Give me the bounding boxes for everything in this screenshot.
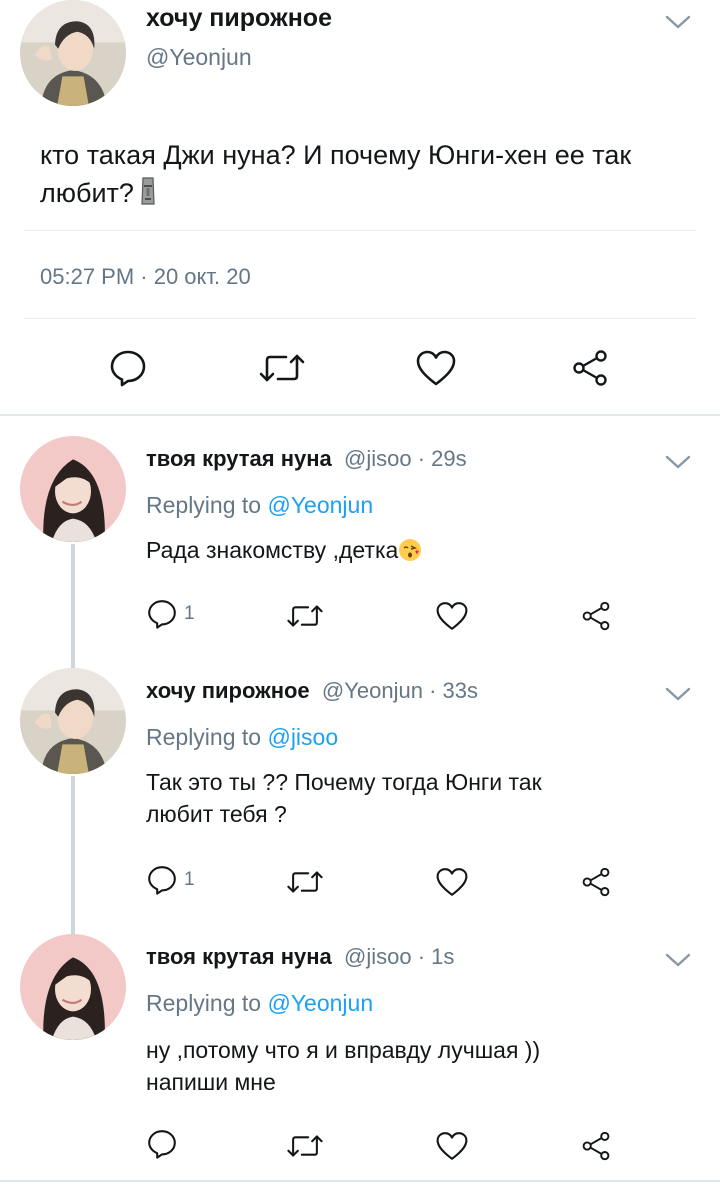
chevron-down-icon[interactable] xyxy=(664,950,692,970)
moai-icon xyxy=(140,176,156,206)
replying-to-label: Replying to xyxy=(146,724,262,750)
avatar[interactable] xyxy=(20,436,126,542)
reply-text-line: напиши мне xyxy=(146,1069,276,1095)
reply-icon xyxy=(146,598,178,630)
share-button[interactable] xyxy=(570,348,610,388)
divider xyxy=(24,230,696,231)
heart-icon xyxy=(434,866,470,898)
retweet-button[interactable] xyxy=(258,348,306,388)
retweet-button[interactable] xyxy=(286,866,324,898)
retweet-button[interactable] xyxy=(286,1130,324,1162)
reply-text: Так это ты ?? Почему тогда Юнги так люби… xyxy=(146,766,666,830)
chevron-down-icon[interactable] xyxy=(664,684,692,704)
replying-to-link[interactable]: @jisoo xyxy=(267,724,338,750)
like-button[interactable] xyxy=(434,600,470,632)
thread-line xyxy=(71,776,75,936)
replying-to-link[interactable]: @Yeonjun xyxy=(267,492,373,518)
reply-icon xyxy=(146,864,178,896)
like-button[interactable] xyxy=(434,866,470,898)
share-button[interactable] xyxy=(580,866,612,898)
kissing-heart-face-icon xyxy=(398,537,424,563)
reply-text-line: любит тебя ? xyxy=(146,801,287,827)
reply-button[interactable] xyxy=(146,1128,184,1160)
heart-icon xyxy=(434,1130,470,1162)
tweet-timestamp: 05:27 PM · 20 окт. 20 xyxy=(40,264,251,289)
share-button[interactable] xyxy=(580,1130,612,1162)
section-divider xyxy=(0,1180,720,1182)
thread-line xyxy=(71,544,75,670)
replying-to-label: Replying to xyxy=(146,492,262,518)
share-button[interactable] xyxy=(580,600,612,632)
reply-header: хочу пирожное @Yeonjun · 33s xyxy=(146,678,478,704)
retweet-button[interactable] xyxy=(286,600,324,632)
tweet-text-content: кто такая Джи нуна? И почему Юнги-хен ее… xyxy=(40,140,632,208)
reply-text-line: Так это ты ?? Почему тогда Юнги так xyxy=(146,769,542,795)
reply-icon xyxy=(146,1128,178,1160)
reply-count: 1 xyxy=(184,603,195,624)
reply-text-content: Рада знакомству ,детка xyxy=(146,537,399,563)
author-name[interactable]: твоя крутая нуна xyxy=(146,446,332,471)
tweet-text: кто такая Джи нуна? И почему Юнги-хен ее… xyxy=(40,136,680,212)
retweet-icon xyxy=(286,600,324,632)
reply-icon xyxy=(108,348,148,388)
author-handle-time[interactable]: @jisoo · 1s xyxy=(344,944,454,969)
replying-to-link[interactable]: @Yeonjun xyxy=(267,990,373,1016)
author-handle-time[interactable]: @jisoo · 29s xyxy=(344,446,467,471)
like-button[interactable] xyxy=(434,1130,470,1162)
author-name[interactable]: хочу пирожное xyxy=(146,678,310,703)
reply-text: ну ,потому что я и вправду лучшая )) нап… xyxy=(146,1034,666,1098)
replying-to: Replying to @Yeonjun xyxy=(146,990,373,1017)
author-handle[interactable]: @Yeonjun xyxy=(146,44,252,71)
avatar[interactable] xyxy=(20,934,126,1040)
reply-button[interactable]: 1 xyxy=(146,598,195,630)
heart-icon xyxy=(434,600,470,632)
reply-text: Рада знакомству ,детка xyxy=(146,534,666,566)
replying-to: Replying to @Yeonjun xyxy=(146,492,373,519)
reply-text-line: ну ,потому что я и вправду лучшая )) xyxy=(146,1037,541,1063)
chevron-down-icon[interactable] xyxy=(664,452,692,472)
replying-to-label: Replying to xyxy=(146,990,262,1016)
divider xyxy=(24,318,696,319)
author-name[interactable]: твоя крутая нуна xyxy=(146,944,332,969)
reply-button[interactable]: 1 xyxy=(146,864,195,896)
retweet-icon xyxy=(258,348,306,388)
avatar[interactable] xyxy=(20,0,126,106)
author-name[interactable]: хочу пирожное xyxy=(146,4,332,33)
reply-header: твоя крутая нуна @jisoo · 29s xyxy=(146,446,467,472)
chevron-down-icon[interactable] xyxy=(664,12,692,32)
section-divider xyxy=(0,414,720,416)
share-icon xyxy=(580,600,612,632)
reply-header: твоя крутая нуна @jisoo · 1s xyxy=(146,944,454,970)
avatar[interactable] xyxy=(20,668,126,774)
share-icon xyxy=(580,866,612,898)
retweet-icon xyxy=(286,866,324,898)
share-icon xyxy=(570,348,610,388)
author-handle-time[interactable]: @Yeonjun · 33s xyxy=(322,678,478,703)
heart-icon xyxy=(414,348,458,388)
reply-count: 1 xyxy=(184,869,195,890)
reply-button[interactable] xyxy=(108,348,148,388)
retweet-icon xyxy=(286,1130,324,1162)
like-button[interactable] xyxy=(414,348,458,388)
share-icon xyxy=(580,1130,612,1162)
replying-to: Replying to @jisoo xyxy=(146,724,338,751)
